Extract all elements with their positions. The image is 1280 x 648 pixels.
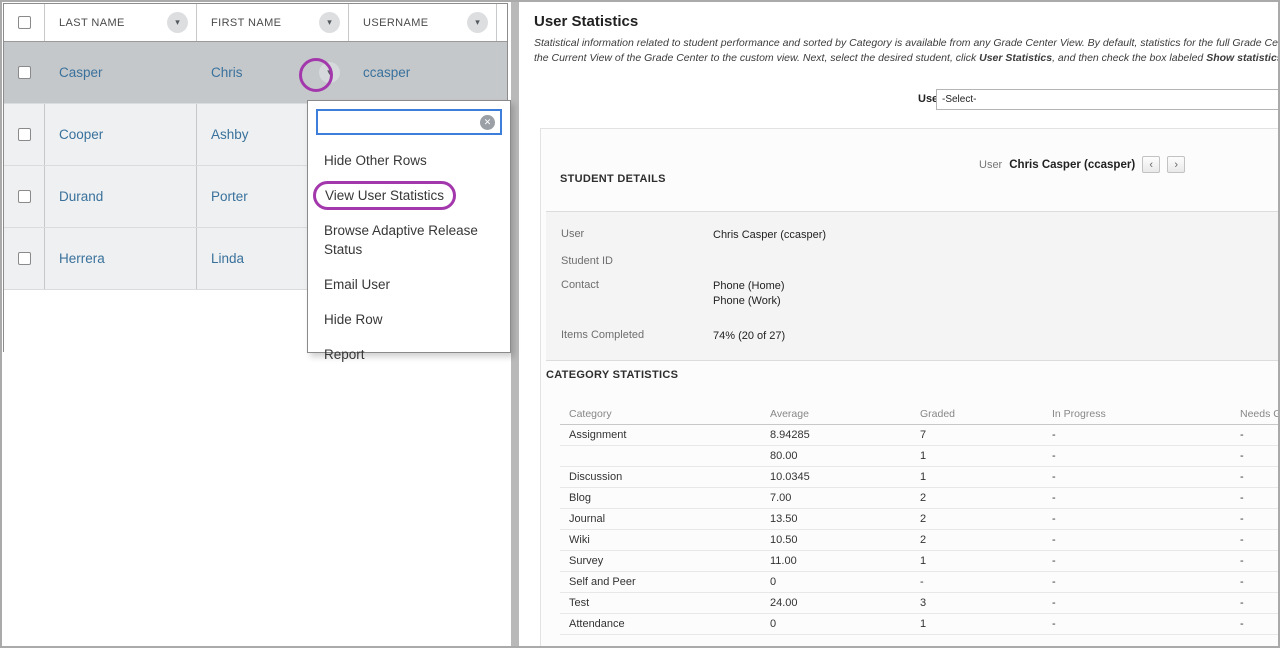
grade-center-screen: LAST NAME ▾ FIRST NAME ▾ USERNAME ▾ Casp… [0,0,1280,648]
column-menu-chevron-icon[interactable]: ▾ [167,12,188,33]
detail-row-items-completed: Items Completed 74% (20 of 27) [561,329,1280,344]
last-name-link[interactable]: Cooper [59,127,103,142]
next-user-button[interactable]: › [1167,156,1185,173]
stats-row: Discussion10.03451-- [560,467,1280,488]
menu-item-hide-other-rows[interactable]: Hide Other Rows [308,143,510,178]
stats-row: Journal13.502-- [560,509,1280,530]
row-menu-chevron-icon[interactable]: ▾ [319,62,340,83]
header-checkbox-cell [4,4,45,41]
previous-user-button[interactable]: ‹ [1142,156,1160,173]
menu-item-hide-row[interactable]: Hide Row [308,302,510,337]
stats-header-row: Category Average Graded In Progress Need… [560,403,1280,425]
category-statistics-heading: CATEGORY STATISTICS [546,369,678,381]
statistics-card: User Chris Casper (ccasper) ‹ › STUDENT … [540,128,1280,648]
first-name-link[interactable]: Porter [211,189,248,204]
username-text: ccasper [363,65,410,80]
column-menu-chevron-icon[interactable]: ▾ [319,12,340,33]
student-details-box: User Chris Casper (ccasper) Student ID C… [546,211,1280,361]
description-line-2: the Current View of the Grade Center to … [534,51,1280,66]
stats-row: Wiki10.502-- [560,530,1280,551]
menu-item-label: View User Statistics [325,188,444,203]
clear-search-icon[interactable]: ✕ [480,115,495,130]
row-checkbox[interactable] [18,128,31,141]
row-checkbox[interactable] [18,190,31,203]
detail-row-contact: Contact Phone (Home) Phone (Work) [561,279,1280,309]
page-title: User Statistics [534,13,638,30]
user-select-dropdown[interactable]: -Select- [936,89,1280,110]
last-name-link[interactable]: Durand [59,189,103,204]
row-checkbox[interactable] [18,66,31,79]
student-details-heading: STUDENT DETAILS [560,173,666,185]
detail-row-user: User Chris Casper (ccasper) [561,228,1280,243]
menu-search-input[interactable] [322,115,480,129]
column-header-first-name[interactable]: FIRST NAME ▾ [197,4,349,41]
contact-phone-work: Phone (Work) [713,294,785,309]
stats-row: Blog7.002-- [560,488,1280,509]
user-statistics-panel: User Statistics Statistical information … [519,0,1280,648]
table-header-row: LAST NAME ▾ FIRST NAME ▾ USERNAME ▾ [4,4,507,42]
column-label: LAST NAME [59,17,125,29]
stats-row: Assignment8.942857-- [560,425,1280,446]
menu-item-view-user-statistics[interactable]: View User Statistics [308,178,510,213]
column-menu-chevron-icon[interactable]: ▾ [467,12,488,33]
column-header-last-name[interactable]: LAST NAME ▾ [45,4,197,41]
detail-row-student-id: Student ID [561,255,1280,267]
stats-row: Survey11.001-- [560,551,1280,572]
select-all-checkbox[interactable] [18,16,31,29]
user-pager: User Chris Casper (ccasper) ‹ › [979,156,1185,173]
stats-row: Attendance01-- [560,614,1280,635]
column-header-username[interactable]: USERNAME ▾ [349,4,497,41]
category-statistics-table: Category Average Graded In Progress Need… [560,403,1280,635]
stats-row: Test24.003-- [560,593,1280,614]
last-name-link[interactable]: Casper [59,65,103,80]
page-description: Statistical information related to stude… [534,36,1280,65]
column-label: FIRST NAME [211,17,281,29]
last-name-link[interactable]: Herrera [59,251,105,266]
row-context-menu: ✕ Hide Other Rows View User Statistics B… [307,100,511,353]
row-checkbox[interactable] [18,252,31,265]
menu-item-report[interactable]: Report [308,337,510,372]
first-name-link[interactable]: Linda [211,251,244,266]
grade-center-grid-panel: LAST NAME ▾ FIRST NAME ▾ USERNAME ▾ Casp… [0,0,511,648]
menu-list: Hide Other Rows View User Statistics Bro… [308,139,510,376]
annotation-highlight-ring: View User Statistics [313,181,456,210]
description-line-1: Statistical information related to stude… [534,36,1280,51]
menu-search-box: ✕ [316,109,502,135]
column-label: USERNAME [363,17,429,29]
first-name-link[interactable]: Ashby [211,127,249,142]
stats-row: Self and Peer0--- [560,572,1280,593]
pager-current-user: Chris Casper (ccasper) [1009,159,1135,171]
stats-row: 80.001-- [560,446,1280,467]
contact-phone-home: Phone (Home) [713,279,785,294]
pager-label: User [979,159,1002,171]
first-name-link[interactable]: Chris [211,65,243,80]
panel-divider [511,0,519,648]
table-row-casper[interactable]: Casper Chris ▾ ccasper [4,42,507,104]
menu-item-email-user[interactable]: Email User [308,267,510,302]
menu-item-browse-adaptive-release[interactable]: Browse Adaptive Release Status [308,213,510,267]
